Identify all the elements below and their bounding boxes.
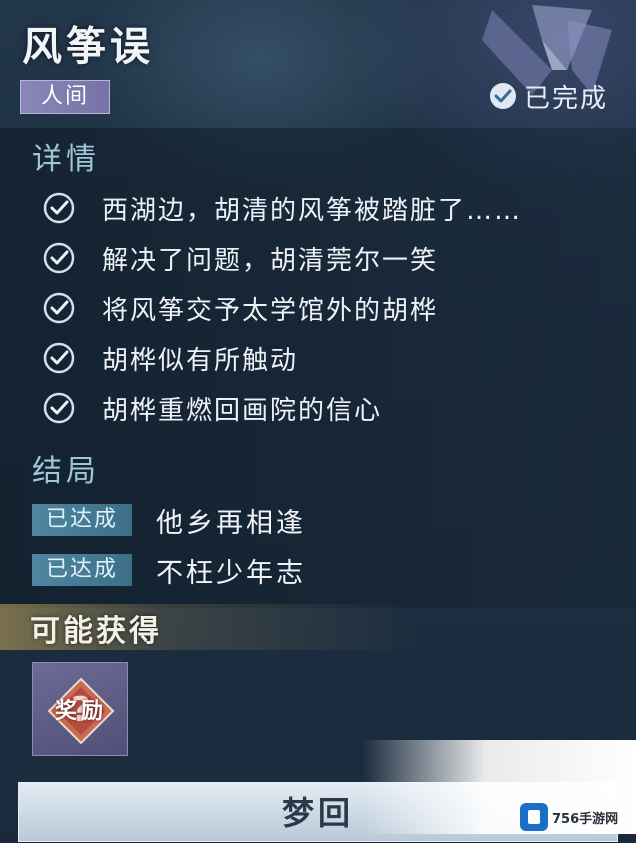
detail-item-text: 解决了问题，胡清莞尔一笑 — [102, 245, 439, 276]
ending-item: 已达成 他乡再相逢 — [32, 502, 306, 539]
reward-item-label: 奖励 — [54, 699, 107, 724]
check-icon — [43, 342, 75, 374]
detail-item: 胡桦重燃回画院的信心 — [42, 388, 382, 428]
detail-item: 胡桦似有所触动 — [42, 338, 298, 378]
ending-item: 已达成 不枉少年志 — [32, 552, 306, 589]
detail-item: 将风筝交予太学馆外的胡桦 — [42, 288, 438, 328]
ending-item-text: 他乡再相逢 — [156, 507, 306, 539]
rewards-heading: 可能获得 — [30, 614, 162, 649]
reward-item[interactable]: ? 奖励 — [32, 662, 128, 756]
detail-item: 解决了问题，胡清莞尔一笑 — [42, 238, 438, 278]
details-heading: 详情 — [32, 142, 100, 177]
ending-item-text: 不枉少年志 — [156, 557, 306, 589]
detail-item-text: 将风筝交予太学馆外的胡桦 — [102, 295, 439, 326]
ending-achieved-badge: 已达成 — [32, 554, 132, 586]
detail-item-text: 胡桦重燃回画院的信心 — [102, 395, 383, 426]
checkmark-circle-icon — [490, 83, 516, 109]
quest-detail-panel: 风筝误 人间 已完成 详情 西湖边，胡清的风筝被踏脏了…… 解决了问题，胡清莞尔… — [0, 0, 636, 842]
check-icon — [43, 292, 75, 324]
check-icon — [43, 242, 75, 274]
quest-status-label: 已完成 — [524, 83, 609, 114]
check-icon — [43, 192, 75, 224]
watermark-logo-icon — [520, 803, 548, 831]
detail-item-text: 胡桦似有所触动 — [102, 345, 299, 376]
ending-achieved-badge: 已达成 — [32, 504, 132, 536]
watermark-text: 756手游网 — [552, 811, 619, 827]
ending-heading: 结局 — [32, 454, 100, 489]
quest-category-tag: 人间 — [20, 80, 110, 114]
quest-status: 已完成 — [488, 78, 608, 114]
quest-title: 风筝误 — [22, 24, 154, 70]
detail-item: 西湖边，胡清的风筝被踏脏了…… — [42, 188, 522, 228]
check-icon — [43, 392, 75, 424]
watermark: 756手游网 — [520, 800, 618, 834]
detail-item-text: 西湖边，胡清的风筝被踏脏了…… — [102, 195, 523, 226]
